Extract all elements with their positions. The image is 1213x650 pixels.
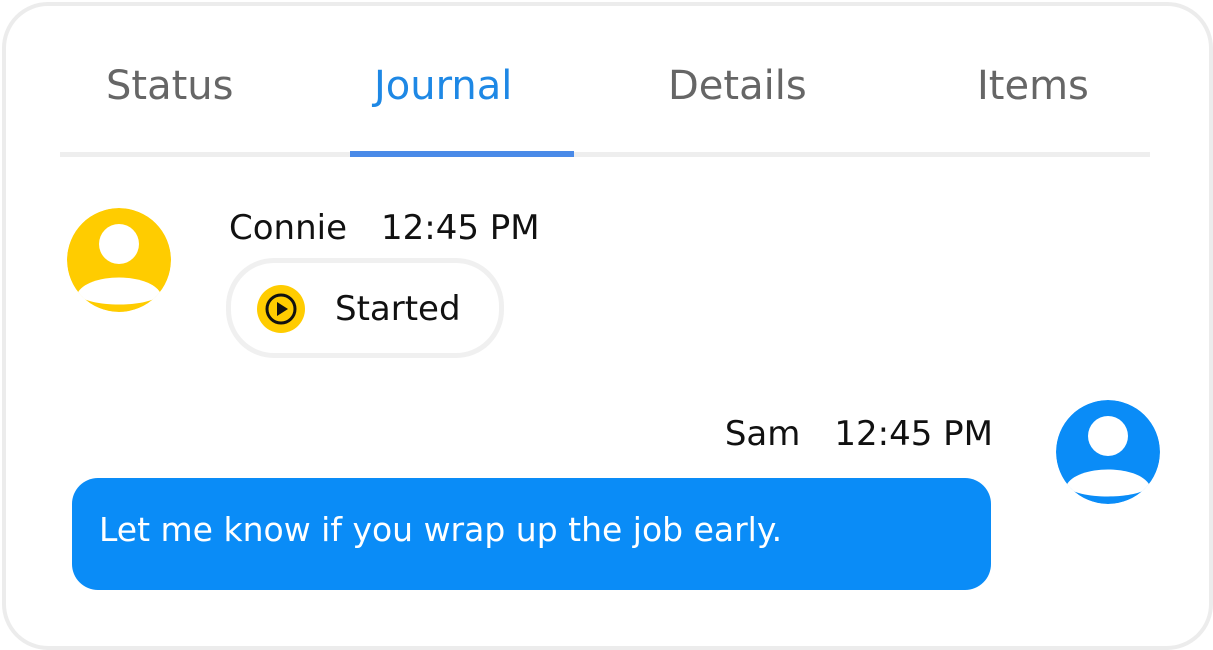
user-avatar-icon xyxy=(67,208,171,312)
entry-meta: Sam 12:45 PM xyxy=(725,412,993,456)
play-circle-icon xyxy=(257,285,305,333)
message-bubble: Let me know if you wrap up the job early… xyxy=(72,478,991,590)
tabs-divider xyxy=(60,152,1150,157)
author-name: Sam xyxy=(724,414,801,454)
tab-details[interactable]: Details xyxy=(668,56,807,116)
timestamp: 12:45 PM xyxy=(381,208,540,248)
entry-meta: Connie 12:45 PM xyxy=(229,206,540,250)
tab-journal[interactable]: Journal xyxy=(374,56,512,116)
status-chip: Started xyxy=(226,258,504,358)
author-name: Connie xyxy=(229,208,348,248)
message-text: Let me know if you wrap up the job early… xyxy=(99,510,783,549)
tab-bar: Status Journal Details Items xyxy=(60,46,1150,160)
status-label: Started xyxy=(335,289,461,329)
user-avatar-icon xyxy=(1056,400,1160,504)
active-tab-indicator xyxy=(350,151,574,157)
tab-items[interactable]: Items xyxy=(977,56,1089,116)
timestamp: 12:45 PM xyxy=(834,414,993,454)
tab-status[interactable]: Status xyxy=(106,56,233,116)
